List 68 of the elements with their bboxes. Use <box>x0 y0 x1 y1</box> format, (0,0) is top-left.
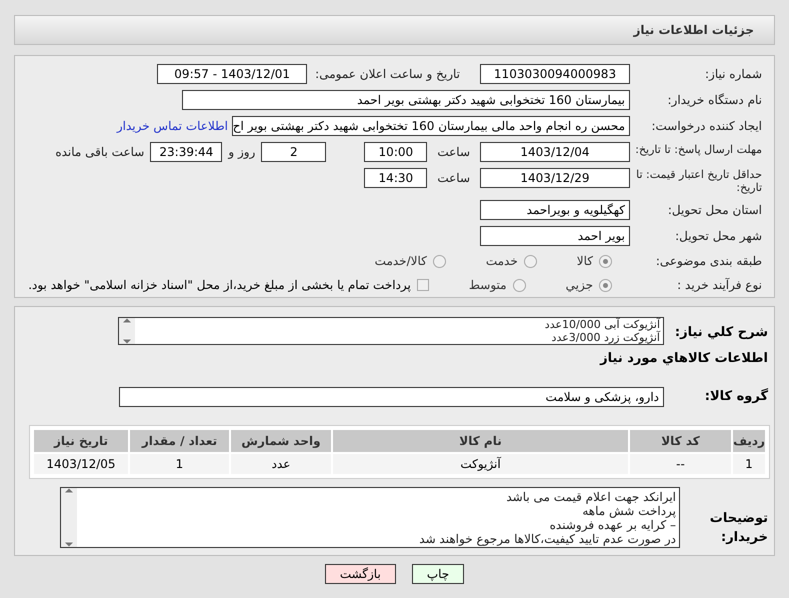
scroll-down-arrow-icon[interactable] <box>65 542 73 546</box>
field-value: محسن ره انجام واحد مالی بیمارستان 160 تختخوابی شهید دکتر بهشتی بویر اح <box>232 116 630 136</box>
table-cell: آنژیوکت <box>332 452 629 474</box>
radio-button[interactable] <box>599 278 612 292</box>
field-label: گروه کالا: <box>704 387 768 406</box>
field-value: بیمارستان 160 تختخوابی شهید دکتر بهشتی بویر احمد <box>182 90 630 110</box>
radio-button[interactable] <box>524 254 537 268</box>
print-button[interactable]: چاپ <box>412 564 464 584</box>
text-line: – کرایه بر عهده فروشنده <box>548 518 676 532</box>
column-header: نام کالا <box>332 428 629 452</box>
text-line: ایرانکد جهت اعلام قیمت می باشد <box>505 490 676 504</box>
column-header: ردیف <box>732 428 766 452</box>
scroll-up-arrow-icon[interactable] <box>65 488 73 492</box>
field-label: نوع فرآیند خرید : <box>676 277 762 294</box>
field-value: 1403/12/29 <box>480 168 630 188</box>
section-title: اطلاعات کالاهاي مورد نياز <box>600 350 768 368</box>
option-label: کالا <box>576 253 593 270</box>
field-label: شهر محل تحویل: <box>674 228 762 245</box>
field-value: 1103030094000983 <box>480 64 630 84</box>
field-label: روز و <box>228 144 256 161</box>
field-value: 2 <box>261 142 326 162</box>
option-label: کالا/خدمت <box>374 253 427 270</box>
text-line: در صورت عدم تایید کیفیت،کالاها مرجوع خواهند شد <box>418 532 676 546</box>
page-title: جزئیات اطلاعات نیاز <box>633 22 754 39</box>
column-header: تاریخ نیاز <box>33 428 129 452</box>
column-header: واحد شمارش <box>230 428 332 452</box>
field-value: 23:39:44 <box>150 142 222 162</box>
field-label: توضیحات خریدار: <box>708 510 768 547</box>
checkbox[interactable] <box>416 279 429 291</box>
field-value: 14:30 <box>364 168 428 188</box>
field-label: مهلت ارسال پاسخ: تا تاریخ: <box>634 142 762 157</box>
table-cell: 1403/12/05 <box>33 452 129 474</box>
field-label: حداقل تاریخ اعتبار قیمت: تا تاریخ: <box>635 168 762 194</box>
back-button[interactable]: بازگشت <box>324 564 396 584</box>
radio-button[interactable] <box>432 254 446 268</box>
table-cell: 1 <box>732 452 766 474</box>
checkbox-label: پرداخت تمام یا بخشی از مبلغ خرید،از محل "اسناد خزانه اسلامی" خواهد بود. <box>28 277 411 294</box>
radio-button[interactable] <box>599 254 612 268</box>
field-label: استان محل تحویل: <box>666 202 762 219</box>
field-label: شرح کلي نياز: <box>674 324 768 342</box>
field-value: 10:00 <box>364 142 428 162</box>
field-value: 1403/12/01 - 09:57 <box>157 64 308 84</box>
radio-button[interactable] <box>512 278 526 292</box>
option-label: جزیي <box>566 277 593 294</box>
field-value: کهگیلویه و بویراحمد <box>480 200 630 220</box>
column-header: کد کالا <box>629 428 732 452</box>
field-label: تاریخ و ساعت اعلان عمومی: <box>315 66 460 83</box>
field-label: طبقه بندی موضوعی: <box>654 253 762 270</box>
option-label: خدمت <box>486 253 518 270</box>
field-value: بویر احمد <box>480 226 630 246</box>
table-cell: 1 <box>129 452 230 474</box>
field-label: ایجاد کننده درخواست: <box>650 118 762 135</box>
field-label: ساعت <box>437 170 470 187</box>
table-cell: عدد <box>230 452 332 474</box>
field-label: ساعت باقی مانده <box>55 144 144 161</box>
field-label: شماره نیاز: <box>704 66 762 83</box>
field-label: نام دستگاه خریدار: <box>666 92 762 109</box>
column-header: تعداد / مقدار <box>129 428 230 452</box>
text-line: آنژیوکت آبی 10/000عدد <box>544 318 660 331</box>
field-value: 1403/12/04 <box>480 142 630 162</box>
text-line: آنژیوکت زرد 3/000عدد <box>550 331 660 344</box>
scroll-down-arrow-icon[interactable] <box>123 339 131 344</box>
field-label: ساعت <box>437 144 470 161</box>
text-line: پرداخت شش ماهه <box>581 504 676 518</box>
option-label: متوسط <box>468 277 507 294</box>
table-cell: -- <box>629 452 732 474</box>
contact-link[interactable]: اطلاعات تماس خریدار <box>116 117 228 135</box>
field-value: دارو، پزشکی و سلامت <box>119 386 664 406</box>
